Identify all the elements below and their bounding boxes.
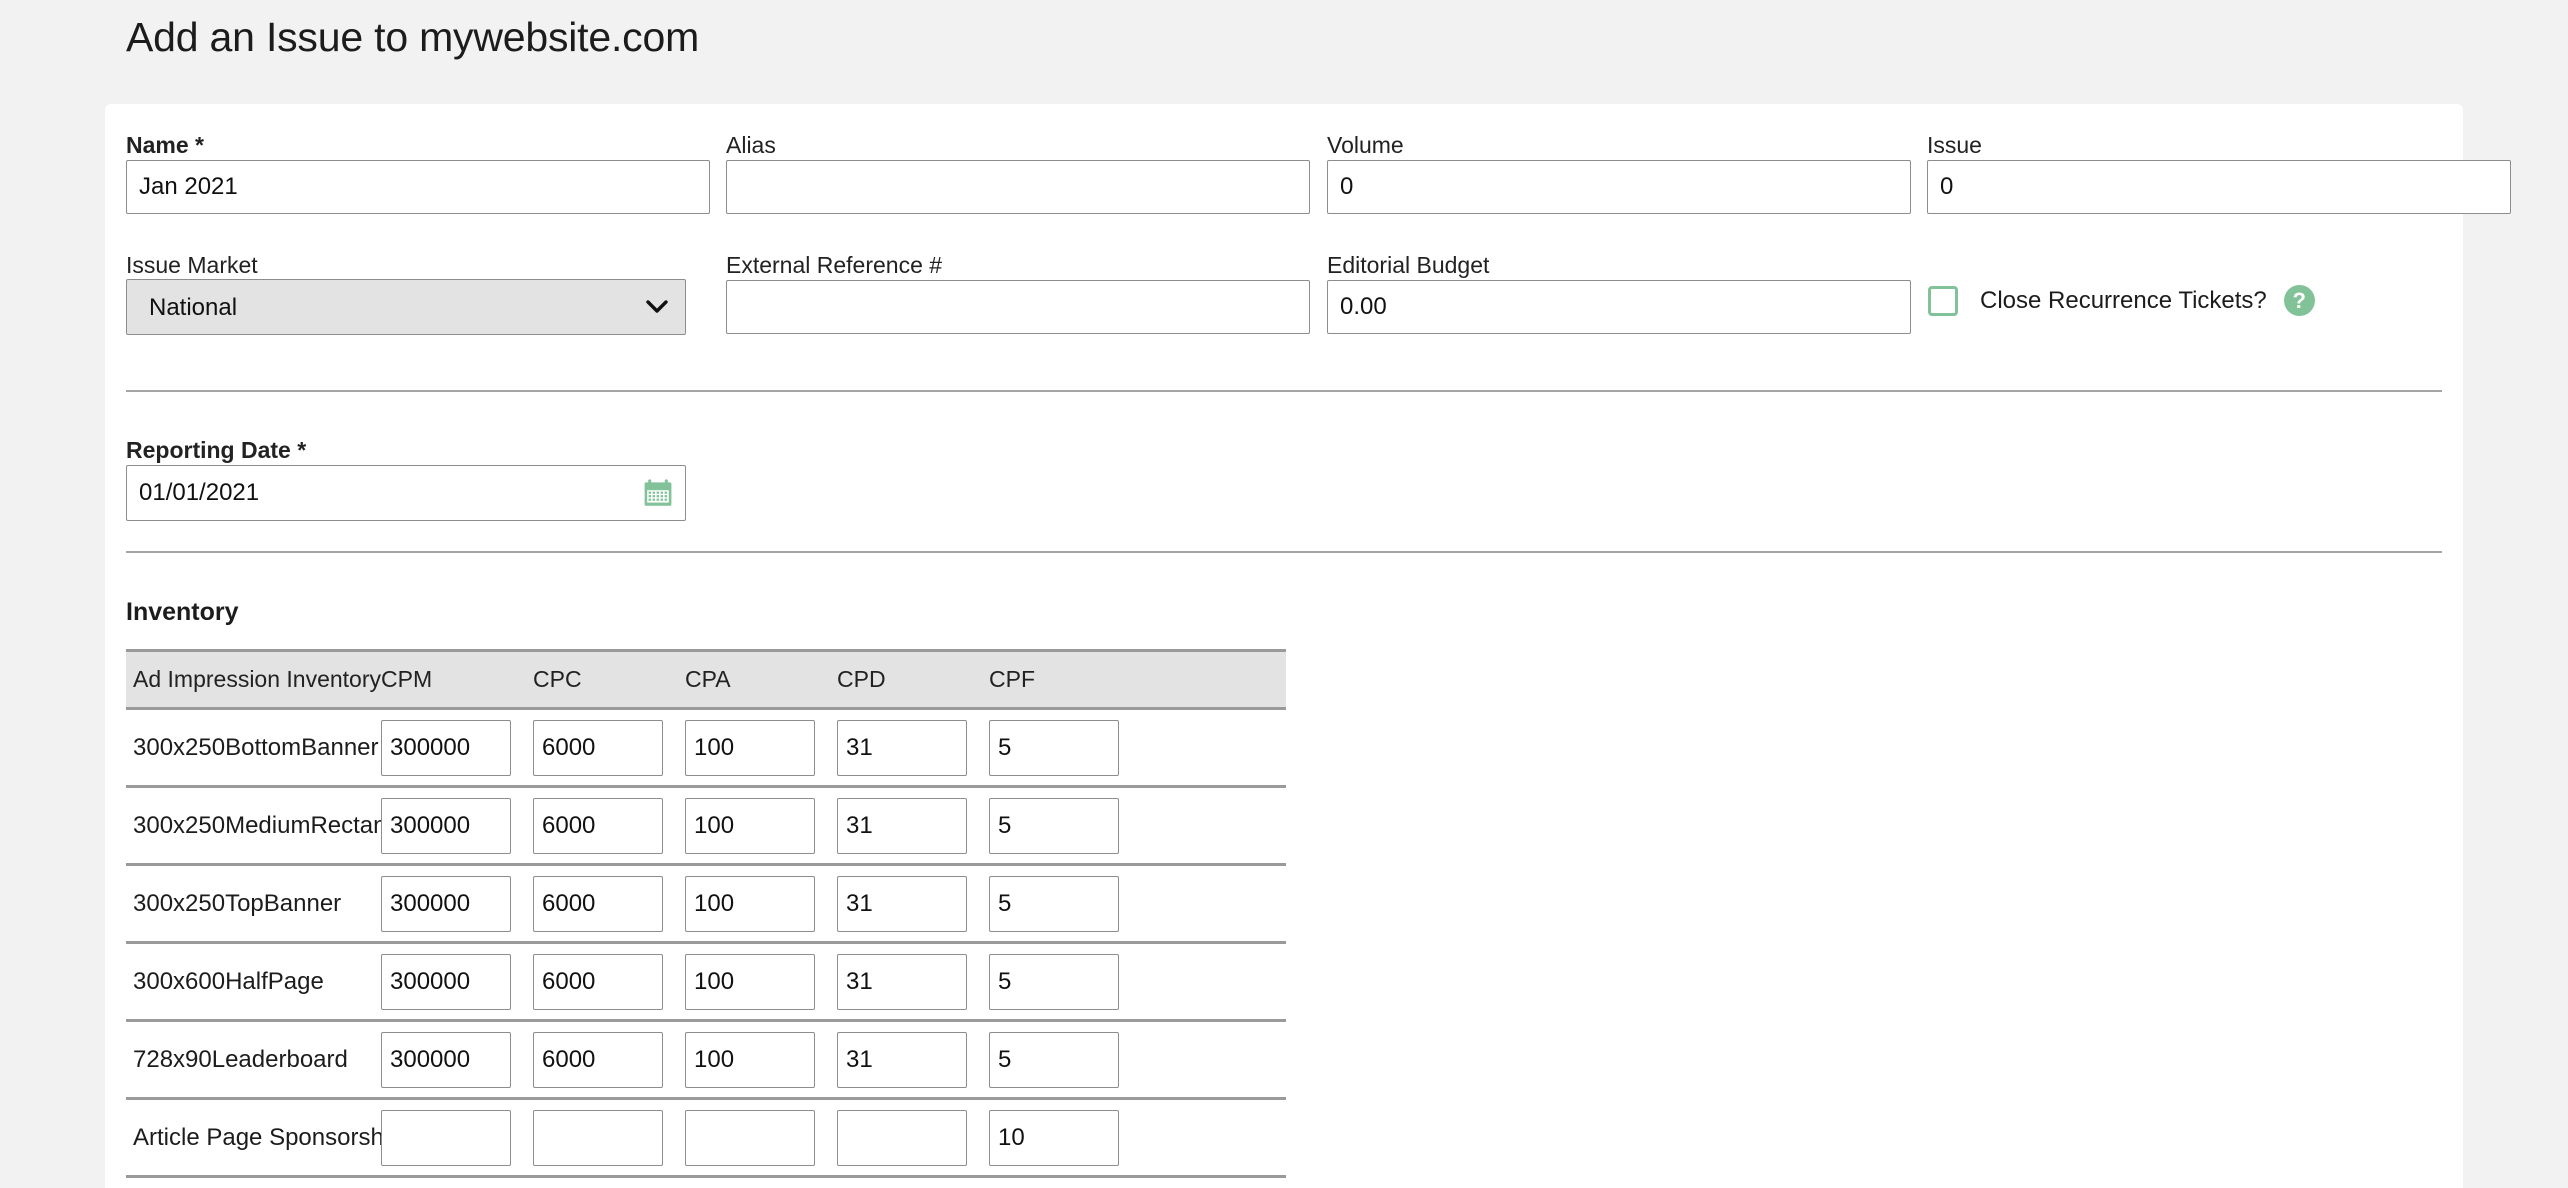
issue-form-card: Name * Alias Volume Issue Issue Market N…	[105, 104, 2463, 1188]
external-reference-label: External Reference #	[726, 252, 942, 279]
editorial-budget-label: Editorial Budget	[1327, 252, 1489, 279]
divider-top	[126, 390, 2442, 392]
cell-cpf[interactable]	[989, 954, 1119, 1010]
cell-cpd[interactable]	[837, 1110, 967, 1166]
table-row: 300x250MediumRectangle	[126, 785, 1286, 863]
cell-cpa[interactable]	[685, 798, 815, 854]
row-label: 300x250TopBanner	[126, 890, 381, 918]
column-header-cpd: CPD	[837, 666, 989, 693]
cell-cpm[interactable]	[381, 954, 511, 1010]
cell-cpc[interactable]	[533, 876, 663, 932]
cell-cpd[interactable]	[837, 798, 967, 854]
column-header-cpf: CPF	[989, 666, 1141, 693]
column-header-cpa: CPA	[685, 666, 837, 693]
cell-cpa[interactable]	[685, 1032, 815, 1088]
cell-cpc[interactable]	[533, 798, 663, 854]
table-bottom-rule	[126, 1175, 1286, 1178]
alias-input[interactable]	[726, 160, 1310, 214]
issue-market-select[interactable]: National	[126, 279, 686, 335]
cell-cpd[interactable]	[837, 876, 967, 932]
issue-market-select-wrap[interactable]: National	[126, 279, 686, 335]
help-icon[interactable]: ?	[2284, 285, 2315, 316]
editorial-budget-input[interactable]	[1327, 280, 1911, 334]
table-row: 300x600HalfPage	[126, 941, 1286, 1019]
cell-cpa[interactable]	[685, 1110, 815, 1166]
cell-cpm[interactable]	[381, 798, 511, 854]
cell-cpc[interactable]	[533, 954, 663, 1010]
cell-cpa[interactable]	[685, 954, 815, 1010]
cell-cpf[interactable]	[989, 1110, 1119, 1166]
inventory-table: Ad Impression Inventory CPM CPC CPA CPD …	[126, 649, 1286, 1178]
inventory-table-header: Ad Impression Inventory CPM CPC CPA CPD …	[126, 649, 1286, 707]
table-row: 728x90Leaderboard	[126, 1019, 1286, 1097]
cell-cpm[interactable]	[381, 1032, 511, 1088]
column-header-cpm: CPM	[381, 666, 533, 693]
close-recurrence-label: Close Recurrence Tickets?	[1980, 287, 2267, 315]
column-header-cpc: CPC	[533, 666, 685, 693]
row-label: 300x600HalfPage	[126, 968, 381, 996]
name-input[interactable]	[126, 160, 710, 214]
inventory-section-title: Inventory	[126, 598, 239, 627]
volume-input[interactable]	[1327, 160, 1911, 214]
close-recurrence-row[interactable]: Close Recurrence Tickets? ?	[1928, 285, 2315, 316]
page-title: Add an Issue to mywebsite.com	[126, 14, 699, 61]
cell-cpd[interactable]	[837, 720, 967, 776]
row-label: 300x250MediumRectangle	[126, 812, 381, 840]
cell-cpf[interactable]	[989, 876, 1119, 932]
issue-market-label: Issue Market	[126, 252, 258, 279]
issue-label: Issue	[1927, 132, 1982, 159]
cell-cpm[interactable]	[381, 720, 511, 776]
cell-cpa[interactable]	[685, 720, 815, 776]
reporting-date-wrap[interactable]	[126, 465, 686, 521]
cell-cpd[interactable]	[837, 1032, 967, 1088]
cell-cpd[interactable]	[837, 954, 967, 1010]
cell-cpm[interactable]	[381, 1110, 511, 1166]
table-row: 300x250BottomBanner	[126, 707, 1286, 785]
cell-cpm[interactable]	[381, 876, 511, 932]
cell-cpc[interactable]	[533, 720, 663, 776]
cell-cpf[interactable]	[989, 1032, 1119, 1088]
reporting-date-input[interactable]	[126, 465, 686, 521]
calendar-icon[interactable]	[643, 478, 673, 508]
divider-inventory	[126, 551, 2442, 553]
column-header-inventory: Ad Impression Inventory	[126, 666, 381, 693]
row-label: 728x90Leaderboard	[126, 1046, 381, 1074]
row-label: 300x250BottomBanner	[126, 734, 381, 762]
close-recurrence-checkbox[interactable]	[1928, 286, 1958, 316]
cell-cpc[interactable]	[533, 1110, 663, 1166]
table-row: Article Page Sponsorship	[126, 1097, 1286, 1175]
table-row: 300x250TopBanner	[126, 863, 1286, 941]
name-label: Name *	[126, 132, 204, 159]
cell-cpa[interactable]	[685, 876, 815, 932]
reporting-date-label: Reporting Date *	[126, 437, 306, 464]
cell-cpf[interactable]	[989, 720, 1119, 776]
external-reference-input[interactable]	[726, 280, 1310, 334]
volume-label: Volume	[1327, 132, 1404, 159]
cell-cpf[interactable]	[989, 798, 1119, 854]
issue-input[interactable]	[1927, 160, 2511, 214]
row-label: Article Page Sponsorship	[126, 1124, 381, 1152]
cell-cpc[interactable]	[533, 1032, 663, 1088]
alias-label: Alias	[726, 132, 776, 159]
